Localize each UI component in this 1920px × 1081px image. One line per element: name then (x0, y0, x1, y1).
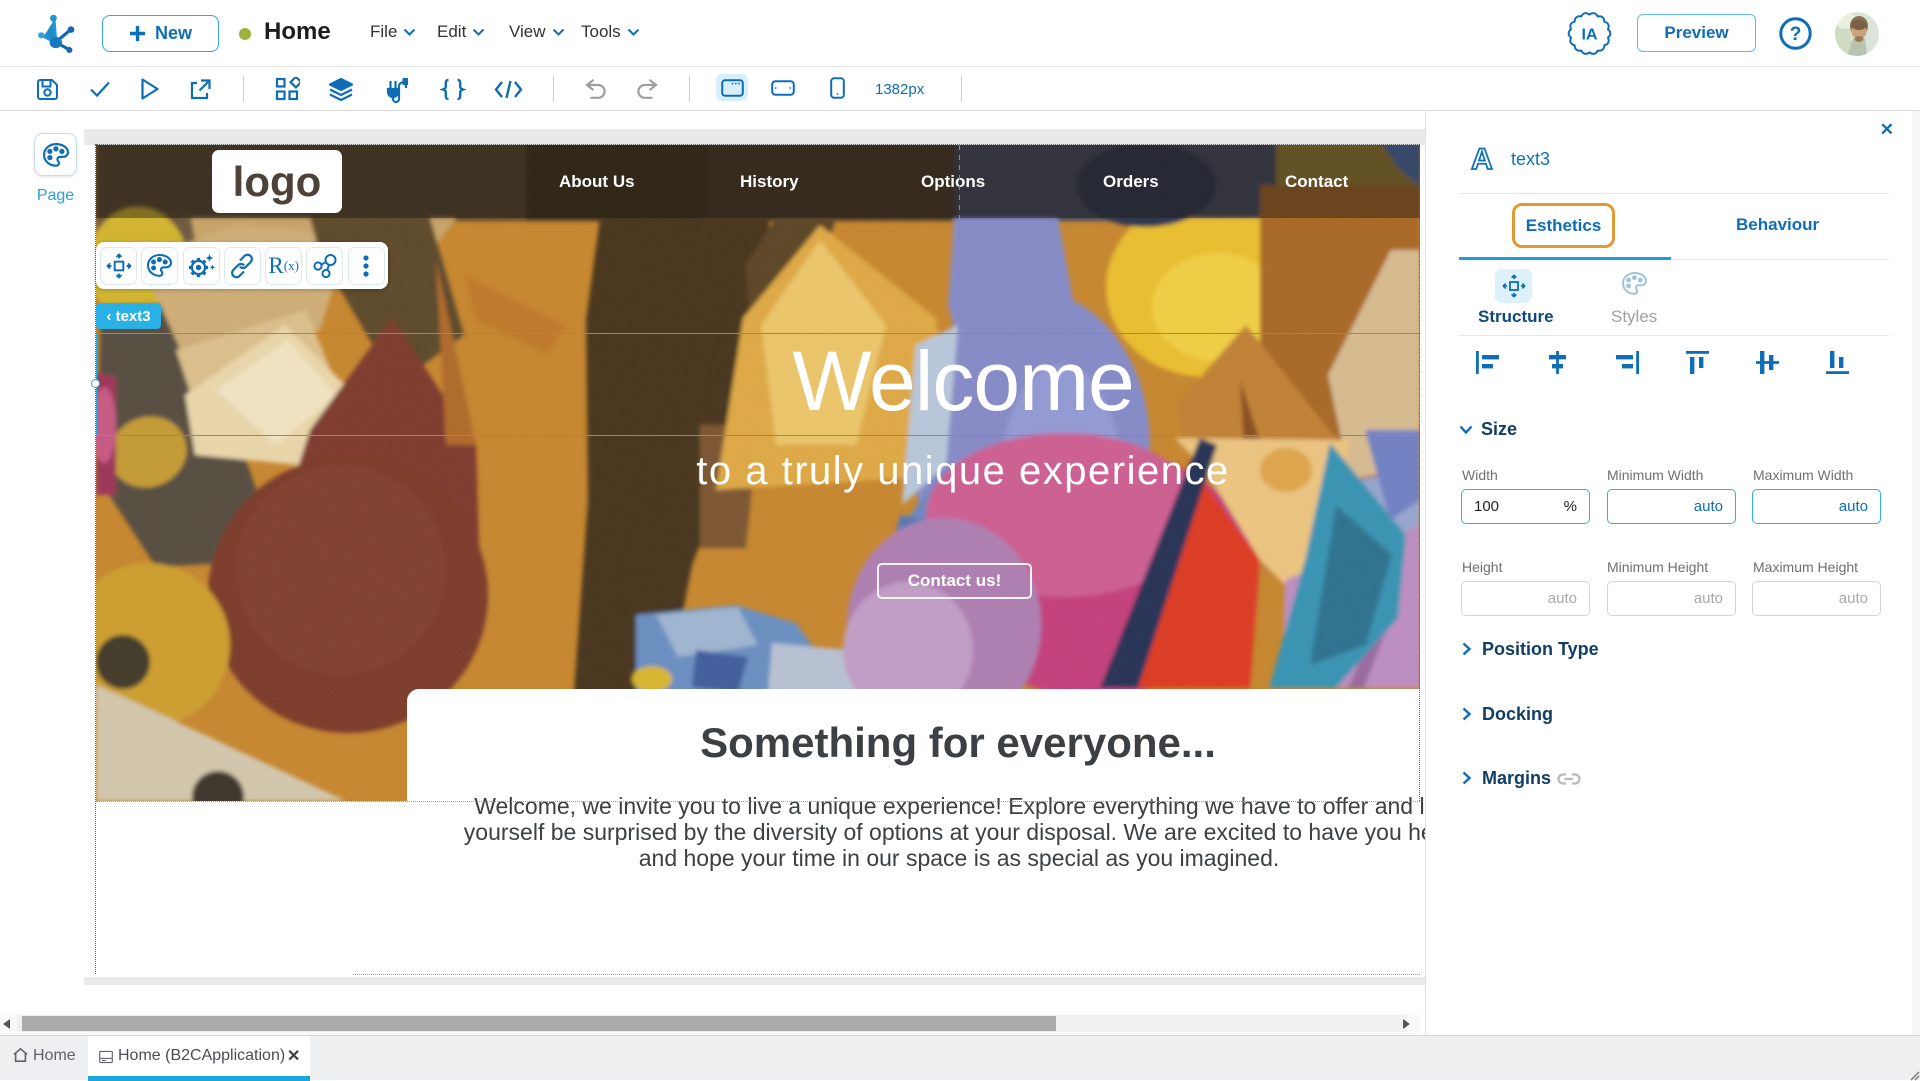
svg-text:IA: IA (1582, 27, 1598, 44)
svg-text:A: A (1471, 145, 1493, 173)
svg-text:?: ? (1790, 24, 1802, 45)
